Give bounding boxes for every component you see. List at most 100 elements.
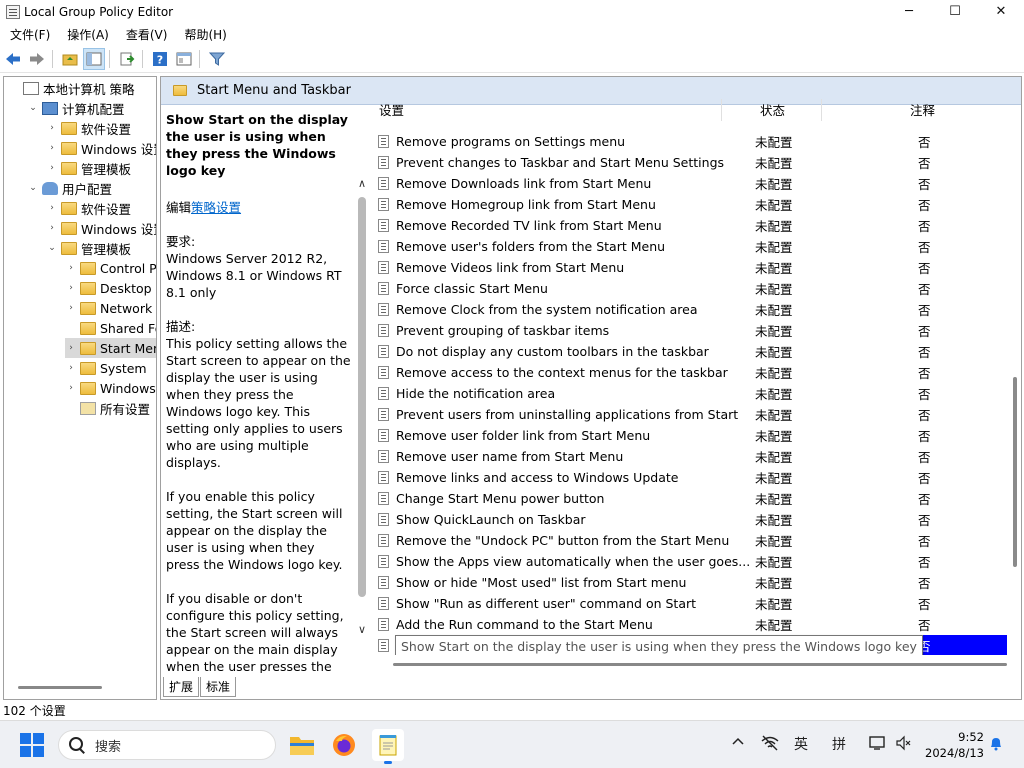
policy-row[interactable]: Remove Clock from the system notificatio…: [363, 299, 1007, 320]
menu-file[interactable]: 文件(F): [0, 26, 57, 43]
list-horizontal-scrollbar[interactable]: [393, 663, 1007, 666]
chevron-right-icon[interactable]: ›: [65, 263, 77, 273]
taskbar-search[interactable]: 搜索: [58, 730, 276, 760]
chevron-right-icon[interactable]: ›: [65, 343, 77, 353]
chevron-right-icon[interactable]: ›: [46, 203, 58, 213]
tree-item[interactable]: › Windows Co: [65, 378, 156, 398]
policy-row[interactable]: Show "Run as different user" command on …: [363, 593, 1007, 614]
filter-icon[interactable]: [206, 48, 228, 70]
tree-item[interactable]: › 软件设置: [46, 198, 156, 218]
policy-row[interactable]: Add the Run command to the Start Menu 未配置…: [363, 614, 1007, 635]
tree-item[interactable]: ⌄ 计算机配置: [27, 98, 156, 118]
volume-muted-icon[interactable]: [895, 735, 911, 755]
tree-item[interactable]: › Network: [65, 298, 156, 318]
forward-arrow-icon[interactable]: [26, 48, 48, 70]
policy-state: 未配置: [755, 282, 793, 297]
tree-item[interactable]: › System: [65, 358, 156, 378]
file-explorer-icon[interactable]: [286, 729, 318, 761]
policy-row[interactable]: Show or hide "Most used" list from Start…: [363, 572, 1007, 593]
policy-row[interactable]: Remove user name from Start Menu 未配置 否: [363, 446, 1007, 467]
windows-start-icon[interactable]: [20, 733, 44, 757]
policy-row[interactable]: Remove access to the context menus for t…: [363, 362, 1007, 383]
close-button[interactable]: ✕: [978, 0, 1024, 23]
chevron-right-icon[interactable]: ›: [46, 163, 58, 173]
tree-item[interactable]: 本地计算机 策略: [8, 78, 156, 98]
tree-item[interactable]: Shared Fold: [65, 318, 156, 338]
chevron-down-icon[interactable]: ⌄: [27, 183, 39, 193]
up-folder-icon[interactable]: [59, 48, 81, 70]
chevron-right-icon[interactable]: ›: [65, 283, 77, 293]
policy-row[interactable]: Do not display any custom toolbars in th…: [363, 341, 1007, 362]
list-scrollbar[interactable]: [1013, 377, 1017, 567]
chevron-right-icon[interactable]: ›: [65, 303, 77, 313]
show-hide-tree-icon[interactable]: [83, 48, 105, 70]
policy-row[interactable]: Hide the notification area 未配置 否: [363, 383, 1007, 404]
policy-row[interactable]: Show Start on the display the user is us…: [363, 635, 1007, 655]
export-list-icon[interactable]: [116, 48, 138, 70]
policy-row[interactable]: Remove Videos link from Start Menu 未配置 否: [363, 257, 1007, 278]
policy-row[interactable]: Prevent users from uninstalling applicat…: [363, 404, 1007, 425]
tree-item[interactable]: › 管理模板: [46, 158, 156, 178]
input-method-pinyin[interactable]: 拼: [832, 734, 846, 754]
policy-row[interactable]: Remove links and access to Windows Updat…: [363, 467, 1007, 488]
firefox-icon[interactable]: [328, 729, 360, 761]
policy-row[interactable]: Remove programs on Settings menu 未配置 否: [363, 131, 1007, 152]
edit-policy-link[interactable]: 策略设置: [191, 200, 241, 215]
tree-item[interactable]: ⌄ 管理模板: [46, 238, 156, 258]
tree-item[interactable]: › Control Pane: [65, 258, 156, 278]
chevron-down-icon[interactable]: ⌄: [46, 243, 58, 253]
policy-state: 未配置: [755, 261, 793, 276]
tree-item[interactable]: 所有设置: [65, 398, 156, 418]
policy-name: Remove Downloads link from Start Menu: [396, 176, 652, 191]
tree-item[interactable]: ⌄ 用户配置: [27, 178, 152, 198]
tab-extended[interactable]: 扩展: [163, 677, 200, 697]
policy-row[interactable]: Remove Recorded TV link from Start Menu 未…: [363, 215, 1007, 236]
policy-row[interactable]: Change Start Menu power button 未配置 否: [363, 488, 1007, 509]
policy-row[interactable]: Prevent changes to Taskbar and Start Men…: [363, 152, 1007, 173]
policy-note: 否: [918, 156, 931, 171]
column-note[interactable]: 注释: [910, 100, 935, 119]
policy-row[interactable]: Remove user folder link from Start Menu 未…: [363, 425, 1007, 446]
policy-row[interactable]: Force classic Start Menu 未配置 否: [363, 278, 1007, 299]
policy-row[interactable]: Show QuickLaunch on Taskbar 未配置 否: [363, 509, 1007, 530]
column-state[interactable]: 状态: [760, 100, 785, 119]
policy-row[interactable]: Remove Homegroup link from Start Menu 未配置…: [363, 194, 1007, 215]
policy-row[interactable]: Remove user's folders from the Start Men…: [363, 236, 1007, 257]
chevron-up-icon[interactable]: [731, 735, 745, 753]
policy-row[interactable]: Show the Apps view automatically when th…: [363, 551, 1007, 572]
policy-row[interactable]: Prevent grouping of taskbar items 未配置 否: [363, 320, 1007, 341]
policy-row[interactable]: Remove the "Undock PC" button from the S…: [363, 530, 1007, 551]
system-clock[interactable]: 9:52 2024/8/13: [918, 729, 984, 761]
tree-item[interactable]: › Start Menu a: [65, 338, 156, 358]
tree-horizontal-scrollbar[interactable]: [18, 686, 102, 689]
menu-action[interactable]: 操作(A): [57, 26, 116, 43]
input-language-en[interactable]: 英: [794, 734, 808, 754]
help-icon[interactable]: ?: [149, 48, 171, 70]
chevron-right-icon[interactable]: ›: [65, 383, 77, 393]
display-icon[interactable]: [869, 735, 887, 755]
policy-row[interactable]: Remove Downloads link from Start Menu 未配置…: [363, 173, 1007, 194]
menu-view[interactable]: 查看(V): [116, 26, 175, 43]
tree-item[interactable]: › Windows 设置: [46, 138, 156, 158]
notification-bell-icon[interactable]: [988, 735, 1004, 755]
chevron-right-icon[interactable]: ›: [65, 363, 77, 373]
column-setting[interactable]: 设置: [379, 100, 404, 119]
column-divider[interactable]: [821, 99, 822, 121]
chevron-down-icon[interactable]: ⌄: [27, 103, 39, 113]
tree-item-label: System: [100, 360, 147, 376]
chevron-right-icon[interactable]: ›: [46, 123, 58, 133]
maximize-button[interactable]: ☐: [932, 0, 978, 23]
tree-item[interactable]: › Windows 设置: [46, 218, 156, 238]
chevron-right-icon[interactable]: ›: [46, 223, 58, 233]
tab-standard[interactable]: 标准: [200, 677, 237, 697]
notepad-icon[interactable]: [372, 729, 404, 764]
properties-icon[interactable]: [173, 48, 195, 70]
back-arrow-icon[interactable]: [2, 48, 24, 70]
tree-item[interactable]: › Desktop: [65, 278, 156, 298]
column-divider[interactable]: [721, 99, 722, 121]
tree-item[interactable]: › 软件设置: [46, 118, 156, 138]
network-offline-icon[interactable]: [761, 735, 779, 755]
menu-help[interactable]: 帮助(H): [174, 26, 233, 43]
minimize-button[interactable]: ─: [886, 0, 932, 23]
chevron-right-icon[interactable]: ›: [46, 143, 58, 153]
